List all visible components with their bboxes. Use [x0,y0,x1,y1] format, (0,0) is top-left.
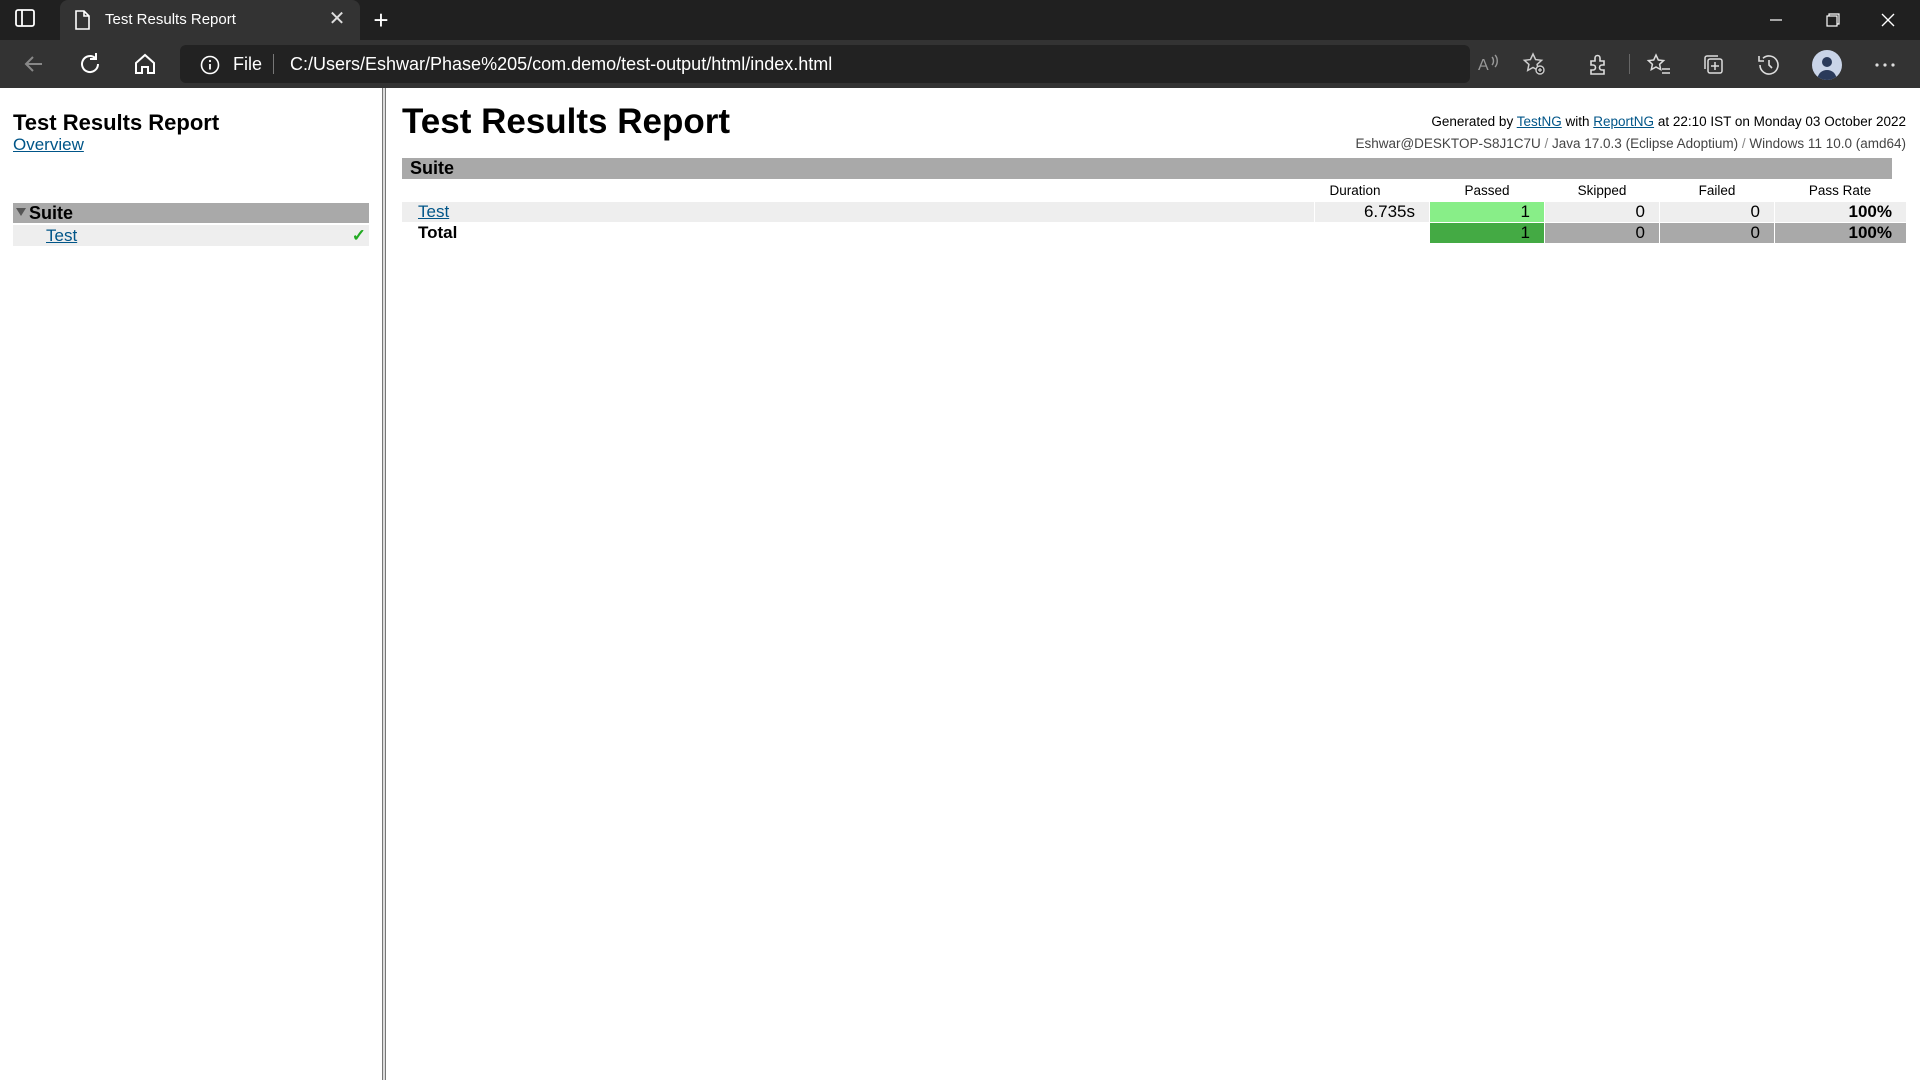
profile-avatar[interactable] [1812,50,1842,80]
add-favorite-icon[interactable] [1521,51,1547,77]
test-link[interactable]: Test [418,202,449,222]
read-aloud-icon[interactable]: A [1476,51,1502,77]
total-label: Total [418,223,458,242]
skipped-cell: 0 [1545,202,1659,222]
generated-prefix: Generated by [1431,114,1514,129]
nav-title: Test Results Report [13,110,220,135]
tab-title: Test Results Report [105,11,236,28]
total-skipped-cell: 0 [1545,223,1659,243]
column-header-failed: Failed [1698,183,1736,198]
failed-cell: 0 [1660,202,1774,222]
info-icon[interactable] [200,55,220,80]
more-options-icon[interactable] [1872,52,1898,78]
with-text: with [1565,114,1590,129]
restore-icon[interactable] [1804,0,1860,40]
generated-by-line: Generated by TestNG with ReportNG at 22:… [1431,114,1906,129]
generated-suffix: at 22:10 IST on Monday 03 October 2022 [1657,114,1906,129]
total-pass-rate-cell: 100% [1775,223,1906,243]
duration-cell: 6.735s [1315,202,1429,222]
pass-rate-cell: 100% [1775,202,1906,222]
collections-icon[interactable] [1701,52,1727,78]
navigation-frame: Test Results Report Overview Suite Test … [0,88,382,1080]
page-title: Test Results Report [402,102,731,141]
column-header-skipped: Skipped [1577,183,1627,198]
host-name: Eshwar@DESKTOP-S8J1C7U [1355,136,1541,151]
passed-cell: 1 [1430,202,1544,222]
refresh-icon[interactable] [76,50,104,78]
address-separator [273,54,274,74]
close-tab-icon[interactable]: ✕ [324,6,350,32]
toolbar-divider [1629,54,1630,74]
nav-suite-label: Suite [29,203,74,223]
address-url[interactable]: C:/Users/Eshwar/Phase%205/com.demo/test-… [290,54,832,75]
separator: / [1544,136,1549,151]
home-icon[interactable] [131,50,159,78]
nav-test-link[interactable]: Test [46,226,77,246]
browser-tab-bar: Test Results Report ✕ + [0,0,1920,40]
column-header-pass-rate: Pass Rate [1808,183,1872,198]
nav-suite-header[interactable]: Suite [13,203,369,223]
page-content: Test Results Report Overview Suite Test … [0,88,1920,1080]
system-info-line: Eshwar@DESKTOP-S8J1C7U / Java 17.0.3 (Ec… [1355,136,1906,151]
check-icon: ✓ [351,226,366,245]
minimize-icon[interactable] [1748,0,1804,40]
total-failed-cell: 0 [1660,223,1774,243]
main-frame: Test Results Report Generated by TestNG … [386,88,1920,1080]
expand-arrow-icon[interactable] [16,208,26,216]
tab-actions-icon[interactable] [14,8,42,32]
favorites-icon[interactable] [1646,52,1672,78]
new-tab-icon[interactable]: + [366,6,396,34]
overview-link[interactable]: Overview [13,135,84,155]
reportng-link[interactable]: ReportNG [1593,114,1654,129]
page-icon [74,10,90,35]
close-window-icon[interactable] [1860,0,1916,40]
java-version: Java 17.0.3 (Eclipse Adoptium) [1552,136,1739,151]
column-header-passed: Passed [1464,183,1510,198]
nav-test-item: Test ✓ [13,225,369,246]
total-passed-cell: 1 [1430,223,1544,243]
browser-tab-active[interactable]: Test Results Report ✕ [60,0,360,40]
suite-name: Suite [410,158,455,178]
address-bar[interactable]: File C:/Users/Eshwar/Phase%205/com.demo/… [180,45,1545,83]
history-icon[interactable] [1756,52,1782,78]
browser-toolbar: File C:/Users/Eshwar/Phase%205/com.demo/… [0,40,1920,88]
svg-text:A: A [1478,57,1489,74]
back-icon[interactable] [20,50,48,78]
os-version: Windows 11 10.0 (amd64) [1749,136,1906,151]
address-scheme: File [233,54,263,74]
test-name-cell: Test [402,202,1314,222]
separator: / [1741,136,1746,151]
testng-link[interactable]: TestNG [1517,114,1562,129]
suite-header: Suite [402,158,1892,179]
extensions-icon[interactable] [1586,52,1612,78]
column-header-duration: Duration [1329,183,1381,198]
